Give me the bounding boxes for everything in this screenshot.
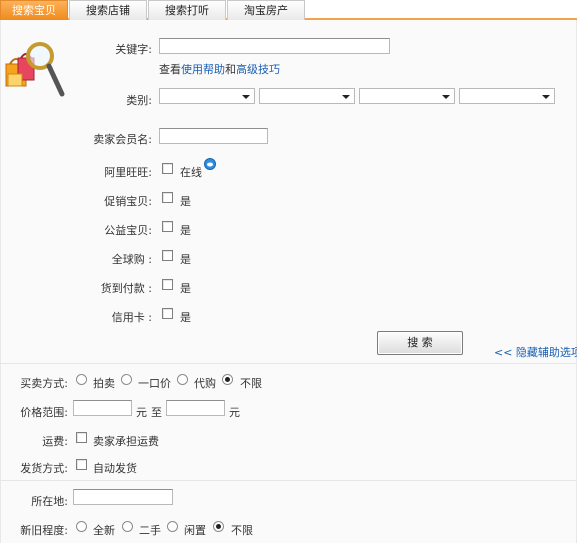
wangwang-online-icon (204, 158, 216, 170)
keyword-input[interactable] (159, 38, 390, 54)
help-and: 和 (225, 63, 236, 76)
delivery-text: 自动发货 (93, 462, 137, 475)
usage-help-link[interactable]: 使用帮助 (181, 63, 225, 76)
tab-bar: 搜索宝贝 搜索店铺 搜索打听 淘宝房产 (0, 0, 577, 20)
option-label-credit: 信用卡 : (111, 311, 152, 324)
option-label-charity: 公益宝贝: (104, 224, 152, 237)
seller-label: 卖家会员名: (93, 133, 152, 146)
condition-option: 全新 (93, 524, 115, 537)
magnifier-icon (22, 38, 66, 98)
price-min-input[interactable] (73, 400, 132, 416)
chevron-down-icon (442, 95, 450, 99)
price-unit: 元 (136, 406, 147, 419)
tab-taobao-house[interactable]: 淘宝房产 (227, 0, 305, 20)
charity-checkbox[interactable] (162, 221, 173, 232)
price-unit: 元 (229, 406, 240, 419)
trade-mode-option: 代购 (194, 377, 216, 390)
search-button[interactable]: 搜 索 (377, 331, 463, 355)
seller-input[interactable] (159, 128, 268, 144)
option-text-global: 是 (180, 253, 191, 266)
tab-search-shops[interactable]: 搜索店铺 (69, 0, 147, 20)
help-text: 查看使用帮助和高级技巧 (159, 61, 280, 77)
section-divider (0, 480, 577, 481)
option-text-promo: 是 (180, 195, 191, 208)
option-label-cod: 货到付款 : (100, 282, 152, 295)
category-select-1[interactable] (159, 88, 255, 104)
condition-option: 二手 (139, 524, 161, 537)
shipping-label: 运费: (42, 435, 68, 448)
trade-mode-label: 买卖方式: (20, 377, 68, 390)
condition-label: 新旧程度: (20, 524, 68, 537)
credit-card-checkbox[interactable] (162, 308, 173, 319)
advanced-tips-link[interactable]: 高级技巧 (236, 63, 280, 76)
tab-search-ask[interactable]: 搜索打听 (148, 0, 226, 20)
cod-checkbox[interactable] (162, 279, 173, 290)
shipping-text: 卖家承担运费 (93, 435, 159, 448)
option-text-credit: 是 (180, 311, 191, 324)
category-select-4[interactable] (459, 88, 555, 104)
chevron-down-icon (242, 95, 250, 99)
auto-delivery-checkbox[interactable] (76, 459, 87, 470)
tab-search-items[interactable]: 搜索宝贝 (0, 0, 68, 20)
option-label-wangwang: 阿里旺旺: (104, 166, 152, 179)
trade-mode-any-radio[interactable] (222, 374, 233, 385)
category-select-2[interactable] (259, 88, 355, 104)
trade-mode-option: 拍卖 (93, 377, 115, 390)
keyword-label: 关键字: (115, 43, 152, 56)
option-text-wangwang: 在线 (180, 166, 202, 179)
condition-option: 闲置 (184, 524, 206, 537)
trade-mode-proxy-radio[interactable] (177, 374, 188, 385)
category-label: 类别: (126, 94, 152, 107)
option-text-cod: 是 (180, 282, 191, 295)
trade-mode-option: 一口价 (138, 377, 171, 390)
condition-used-radio[interactable] (122, 521, 133, 532)
wangwang-online-checkbox[interactable] (162, 163, 173, 174)
category-select-3[interactable] (359, 88, 455, 104)
promo-checkbox[interactable] (162, 192, 173, 203)
seller-pays-shipping-checkbox[interactable] (76, 432, 87, 443)
location-input[interactable] (73, 489, 173, 505)
option-label-global: 全球购 : (111, 253, 152, 266)
chevron-down-icon (542, 95, 550, 99)
condition-idle-radio[interactable] (167, 521, 178, 532)
price-to: 至 (151, 406, 162, 419)
condition-any-radio[interactable] (213, 521, 224, 532)
condition-option: 不限 (231, 524, 253, 537)
delivery-label: 发货方式: (20, 462, 68, 475)
option-text-charity: 是 (180, 224, 191, 237)
global-checkbox[interactable] (162, 250, 173, 261)
section-divider (0, 363, 577, 364)
trade-mode-fixed-radio[interactable] (121, 374, 132, 385)
help-prefix: 查看 (159, 63, 181, 76)
price-label: 价格范围: (20, 406, 68, 419)
location-label: 所在地: (31, 495, 68, 508)
trade-mode-auction-radio[interactable] (76, 374, 87, 385)
option-label-promo: 促销宝贝: (104, 195, 152, 208)
trade-mode-option: 不限 (240, 377, 262, 390)
chevron-down-icon (342, 95, 350, 99)
condition-new-radio[interactable] (76, 521, 87, 532)
price-max-input[interactable] (166, 400, 225, 416)
hide-options-link[interactable]: << 隐藏辅助选项 (494, 344, 577, 360)
